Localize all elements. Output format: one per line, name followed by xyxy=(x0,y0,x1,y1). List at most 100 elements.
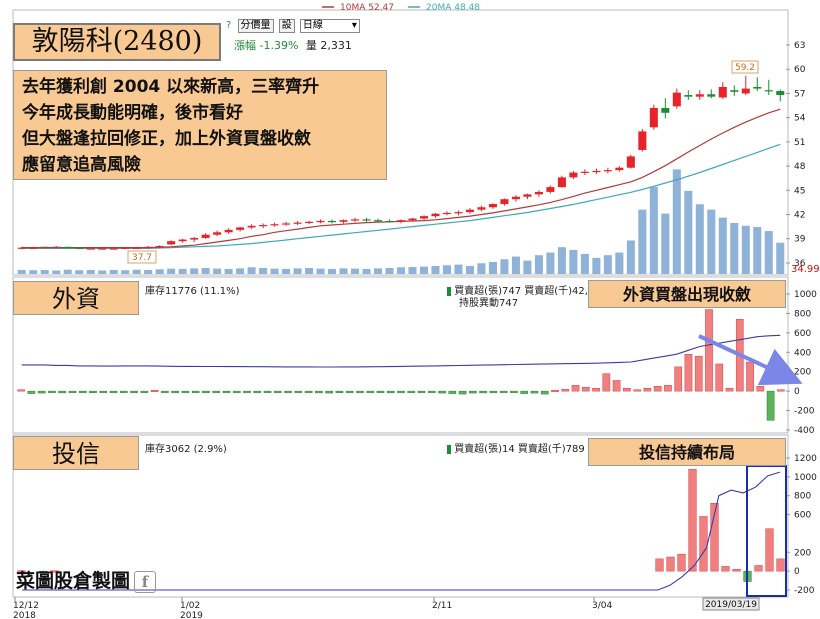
foreign-bar xyxy=(756,386,765,392)
foreign-y-tick-label: -400 xyxy=(794,426,815,436)
candle-body xyxy=(534,191,543,195)
trust-bar xyxy=(765,528,774,572)
volume-bar xyxy=(63,269,72,274)
foreign-bar xyxy=(499,390,508,393)
foreign-bar xyxy=(653,386,662,392)
foreign-bar xyxy=(489,390,498,393)
period-select[interactable]: 日線 ▾ xyxy=(299,19,360,33)
candle-body xyxy=(52,246,61,249)
trust-summary-text: 買賣超(張)14 買賣超(千)789 xyxy=(454,444,585,455)
date-label: 1/02 xyxy=(180,601,200,611)
volume-bar xyxy=(247,267,256,274)
foreign-bar xyxy=(222,390,231,393)
period-select-value: 日線 xyxy=(302,20,323,31)
foreign-bar xyxy=(561,388,570,392)
volume-bar xyxy=(488,261,497,274)
foreign-bar xyxy=(294,390,303,393)
help-icon[interactable]: ? xyxy=(226,20,231,31)
note-line-2: 今年成長動能明確，後市看好 xyxy=(22,103,243,123)
foreign-bar xyxy=(140,390,149,393)
volume-bar xyxy=(661,213,670,274)
candle-body xyxy=(373,220,383,222)
foreign-holding: 庫存11776 (11.1%) xyxy=(145,286,240,297)
trust-callout: 投信持續布局 xyxy=(588,438,786,466)
candle-body xyxy=(224,229,233,233)
volume-bar xyxy=(351,268,360,274)
candle-body xyxy=(396,220,406,222)
volume-bar xyxy=(569,249,578,274)
volume-bar xyxy=(98,270,107,274)
volume-bar xyxy=(442,265,451,274)
candle-body xyxy=(764,90,773,92)
price-volume-button[interactable]: 分價量 xyxy=(237,19,274,33)
candle-body xyxy=(351,219,360,221)
candle-body xyxy=(29,247,38,249)
high-annotation: 59.2 xyxy=(735,63,755,73)
volume-bar xyxy=(396,267,406,274)
foreign-y-tick-label: 400 xyxy=(794,348,811,358)
foreign-bar xyxy=(540,390,549,395)
candle-body xyxy=(132,247,141,249)
volume-bar xyxy=(305,267,314,274)
settings-button[interactable]: 設 xyxy=(278,19,295,33)
foreign-bar xyxy=(427,390,436,393)
candle-body xyxy=(500,199,509,205)
candle-body xyxy=(753,86,762,89)
page-title: 敦陽科(2480) xyxy=(13,23,221,61)
foreign-bar xyxy=(725,387,734,392)
foreign-bar xyxy=(684,353,693,392)
volume-bar xyxy=(236,268,245,274)
candle-body xyxy=(603,170,612,172)
volume-bar xyxy=(454,264,463,274)
candle-body xyxy=(684,95,693,97)
foreign-bar xyxy=(171,390,179,393)
volume-info: 量 2,331 xyxy=(305,39,352,52)
trust-summary: 買賣超(張)14 買賣超(千)789 xyxy=(447,440,585,455)
foreign-bar xyxy=(325,390,333,394)
foreign-bar xyxy=(356,390,364,393)
trust-y-tick-label: -200 xyxy=(794,586,815,596)
volume-bar xyxy=(293,268,302,274)
foreign-bar xyxy=(407,390,416,393)
volume-bar xyxy=(385,267,394,274)
foreign-bar xyxy=(345,390,354,393)
price-y-tick-label: 57 xyxy=(794,89,805,99)
foreign-bar xyxy=(58,390,67,394)
volume-bar xyxy=(213,268,222,274)
foreign-bar xyxy=(777,389,785,392)
volume-bar xyxy=(201,267,210,274)
volume-bar xyxy=(431,265,440,274)
foreign-bar xyxy=(366,390,375,393)
volume-bar xyxy=(638,209,647,274)
candle-body xyxy=(213,232,222,235)
candle-body xyxy=(580,171,589,173)
low-annotation: 37.7 xyxy=(132,253,152,263)
foreign-bar xyxy=(520,390,529,394)
foreign-bar xyxy=(181,390,190,393)
foreign-bar xyxy=(232,390,241,393)
foreign-bar xyxy=(674,366,683,392)
volume-bar xyxy=(615,252,624,274)
price-y-tick-label: 51 xyxy=(794,138,805,148)
foreign-bar xyxy=(48,390,56,393)
volume-bar xyxy=(707,209,716,274)
chevron-down-icon: ▾ xyxy=(351,20,357,31)
volume-bar xyxy=(523,260,532,274)
facebook-icon[interactable]: f xyxy=(134,571,157,593)
volume-bar xyxy=(282,268,291,274)
volume-bar xyxy=(52,270,61,274)
foreign-bar xyxy=(705,309,713,392)
volume-bar xyxy=(40,269,49,274)
volume-bar xyxy=(753,227,762,274)
watermark: 菜圖股倉製圖 f xyxy=(16,566,157,593)
candle-body xyxy=(649,107,658,128)
foreign-bar xyxy=(376,390,385,393)
candle-body xyxy=(385,220,394,223)
candle-body xyxy=(201,234,210,238)
foreign-y-tick-label: 600 xyxy=(794,329,811,339)
foreign-bar xyxy=(37,390,46,394)
candle-body xyxy=(661,107,670,113)
candle-body xyxy=(488,204,497,208)
volume-bar xyxy=(75,270,84,274)
candle-body xyxy=(707,94,716,97)
